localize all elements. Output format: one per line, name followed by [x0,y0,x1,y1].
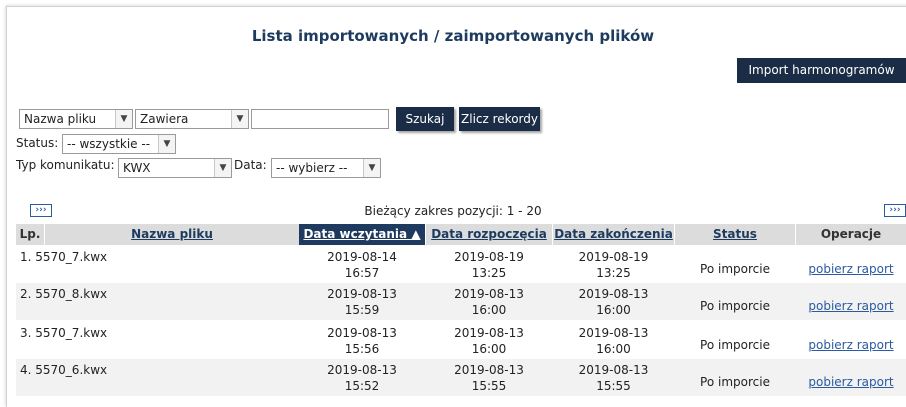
table-row: 2. 5570_8.kwx 2019-08-13 15:59 2019-08-13… [16,283,906,320]
chevron-down-icon: ▼ [231,110,248,128]
row-start-date-time: 13:25 [471,266,507,280]
count-records-button[interactable]: Zlicz rekordy [459,107,540,131]
header-start-date[interactable]: Data rozpoczęcia [426,224,552,245]
header-end-date[interactable]: Data zakończenia [553,224,674,245]
row-load-date: 2019-08-13 15:56 [299,322,425,357]
row-load-date: 2019-08-14 16:57 [299,246,425,281]
message-type-label: Typ komunikatu: [16,158,115,172]
download-report-link[interactable]: pobierz raport [796,258,906,277]
field-select[interactable]: Nazwa pliku ▼ [19,109,133,129]
chevron-down-icon: ▼ [363,159,380,177]
row-load-date: 2019-08-13 15:59 [299,283,425,318]
row-end-date-time: 15:55 [596,379,631,393]
row-end-date-time: 16:00 [596,303,631,317]
download-report-link[interactable]: pobierz raport [796,334,906,353]
header-file-name[interactable]: Nazwa pliku [45,224,299,245]
row-start-date-day: 2019-08-13 [454,326,524,340]
chevron-down-icon: ▼ [115,110,132,128]
page-title: Lista importowanych / zaimportowanych pl… [251,27,655,45]
condition-select-value: Zawiera [140,112,189,126]
search-button[interactable]: Szukaj [396,107,454,131]
row-end-date: 2019-08-13 16:00 [553,322,674,357]
row-load-date-day: 2019-08-13 [327,326,397,340]
row-load-date-time: 15:56 [344,342,380,356]
row-load-date: 2019-08-13 15:52 [299,359,425,394]
header-operations-text: Operacje [820,227,882,241]
row-start-date: 2019-08-13 16:00 [426,322,552,357]
row-start-date: 2019-08-19 13:25 [426,246,552,281]
row-start-date-day: 2019-08-13 [454,287,524,301]
chevron-down-icon: ▼ [214,159,231,177]
header-end-date-text: Data zakończenia [554,227,673,241]
date-select-value: -- wybierz -- [276,161,348,175]
header-load-date[interactable]: Data wczytania ▲ [299,224,425,245]
date-select[interactable]: -- wybierz -- ▼ [271,158,381,178]
header-file-name-text: Nazwa pliku [131,227,213,241]
row-file-name: 3. 5570_7.kwx [20,326,108,340]
row-load-date-day: 2019-08-14 [327,250,397,264]
row-load-date-time: 15:59 [344,303,380,317]
date-label: Data: [234,158,267,172]
search-input[interactable] [251,109,389,129]
download-report-link[interactable]: pobierz raport [796,295,906,314]
row-start-date: 2019-08-13 16:00 [426,283,552,318]
row-file-name: 2. 5570_8.kwx [20,287,108,301]
range-text: Bieżący zakres pozycji: 1 - 20 [364,204,542,218]
table-row: 4. 5570_6.kwx 2019-08-13 15:52 2019-08-13… [16,359,906,396]
header-lp-text: Lp. [19,227,41,241]
row-status: Po imporcie [700,338,770,352]
chevron-down-icon: ▼ [158,135,175,153]
row-end-date: 2019-08-13 15:55 [553,359,674,394]
row-end-date-day: 2019-08-19 [578,250,649,264]
import-schedules-button[interactable]: Import harmonogramów [737,58,906,83]
header-status-text: Status [713,227,757,241]
row-start-date: 2019-08-13 15:55 [426,359,552,394]
row-status: Po imporcie [700,375,770,389]
row-load-date-day: 2019-08-13 [327,287,397,301]
row-end-date: 2019-08-19 13:25 [553,246,674,281]
header-start-date-text: Data rozpoczęcia [431,227,547,241]
download-report-link[interactable]: pobierz raport [796,371,906,390]
row-end-date-day: 2019-08-13 [578,287,649,301]
row-end-date-time: 16:00 [596,342,631,356]
row-load-date-time: 16:57 [344,266,380,280]
row-end-date-time: 13:25 [596,266,631,280]
row-file-name: 1. 5570_7.kwx [20,250,108,264]
row-end-date-day: 2019-08-13 [578,363,649,377]
status-select-value: -- wszystkie -- [67,137,151,151]
row-end-date-day: 2019-08-13 [578,326,649,340]
row-load-date-time: 15:52 [344,379,380,393]
row-start-date-day: 2019-08-13 [454,363,524,377]
row-start-date-day: 2019-08-19 [454,250,524,264]
table-row: 1. 5570_7.kwx 2019-08-14 16:57 2019-08-19… [16,246,906,283]
table-row: 3. 5570_7.kwx 2019-08-13 15:56 2019-08-13… [16,322,906,359]
header-status[interactable]: Status [675,224,795,245]
message-type-select-value: KWX [123,161,151,175]
row-file-name: 4. 5570_6.kwx [20,363,108,377]
field-select-value: Nazwa pliku [24,112,97,126]
header-lp: Lp. [16,224,44,245]
message-type-select[interactable]: KWX ▼ [118,158,232,178]
row-load-date-day: 2019-08-13 [327,363,397,377]
row-start-date-time: 16:00 [471,303,507,317]
row-start-date-time: 16:00 [471,342,507,356]
condition-select[interactable]: Zawiera ▼ [135,109,249,129]
row-status: Po imporcie [700,262,770,276]
row-status: Po imporcie [700,299,770,313]
status-label: Status: [16,136,59,150]
header-load-date-text: Data wczytania ▲ [303,227,421,241]
status-select[interactable]: -- wszystkie -- ▼ [62,134,176,154]
row-end-date: 2019-08-13 16:00 [553,283,674,318]
row-start-date-time: 15:55 [471,379,507,393]
pager-next-icon[interactable]: ››› [884,204,906,217]
header-operations: Operacje [796,224,906,245]
